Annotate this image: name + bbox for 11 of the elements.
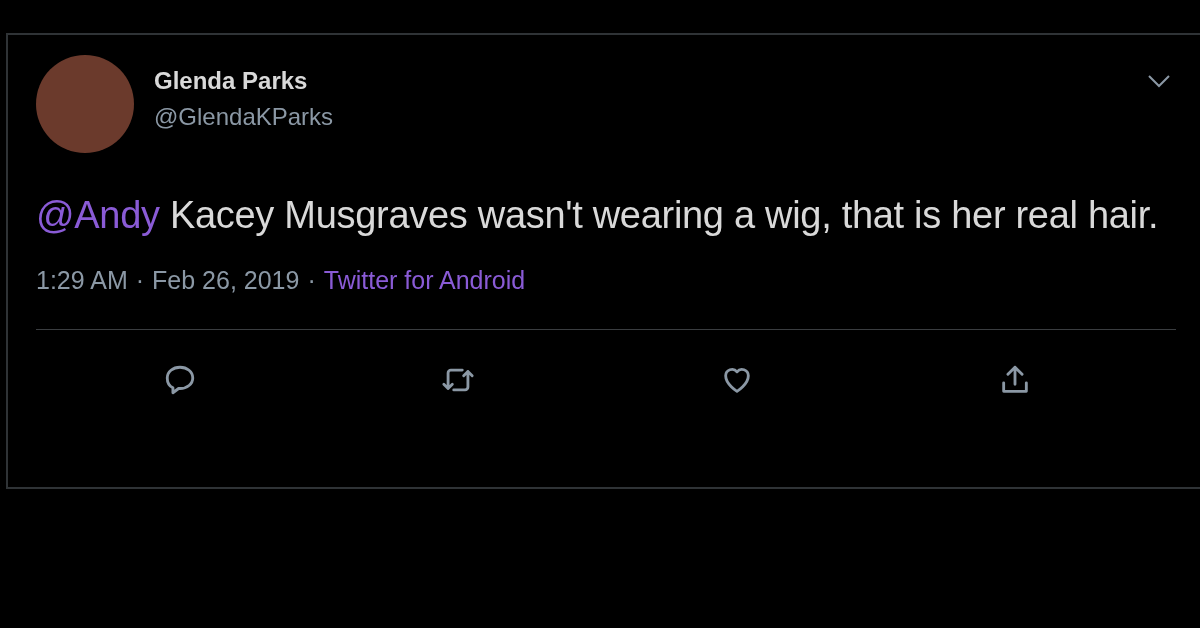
- author-handle[interactable]: @GlendaKParks: [154, 103, 1126, 131]
- author-name[interactable]: Glenda Parks: [154, 67, 1126, 95]
- separator: ·: [307, 266, 316, 295]
- chevron-down-icon[interactable]: [1146, 73, 1172, 89]
- source-link[interactable]: Twitter for Android: [323, 266, 526, 295]
- mention-link[interactable]: @Andy: [36, 194, 160, 236]
- speech-bubble-icon: [163, 363, 197, 397]
- separator: ·: [135, 266, 145, 295]
- timestamp: 1:29 AM: [36, 266, 128, 295]
- timestamp: Feb 26, 2019: [152, 266, 300, 295]
- tweet-text: @Andy Kacey Musgraves wasn't wearing a wig, that is her real hair.: [36, 193, 1160, 238]
